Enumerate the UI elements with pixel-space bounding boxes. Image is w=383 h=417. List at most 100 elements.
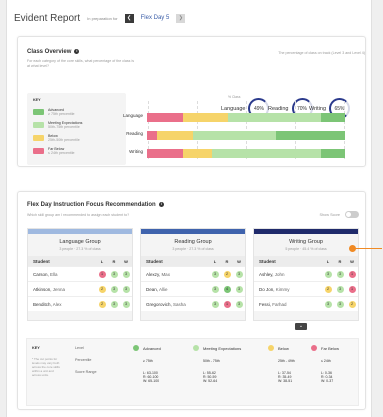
prev-day-button[interactable]: ❮ [124,13,134,23]
score-key-note: * The cut points for levels may vary bot… [32,357,60,377]
student-row[interactable]: Gregorovich, Sasha 3 1 3 [141,296,245,311]
student-last-name: Fessi [259,301,270,307]
student-row[interactable]: Benditch, Alex 2 3 3 [28,296,132,311]
bar-segment [321,149,345,158]
key-text: Meeting Expectations 50th-75th percentile [48,121,82,130]
student-last-name: Carson [33,271,48,277]
key-text: Far Below ≤ 24th percentile [48,147,75,156]
score-dot: 3 [122,285,130,293]
score-dot: 3 [336,270,344,278]
class-bar-chart: % Class Language Reading Writing [123,95,346,161]
next-day-button[interactable]: ❯ [176,13,186,23]
key-row: Far Below ≤ 24th percentile [33,147,75,156]
bar-segment [147,113,183,122]
score-dot: 3 [235,300,243,308]
expand-chevron-icon[interactable]: ⌄ [295,323,307,330]
key-level-name: Below [278,345,289,351]
student-row[interactable]: Do Jon, Kimmy 2 3 1 [254,281,358,296]
bar-row-label: Reading [126,131,143,136]
score-cell: 3 [334,270,346,278]
score-cell: 2 [346,300,358,308]
student-name: Benditch, Alex [33,301,62,307]
info-icon[interactable]: i [74,49,80,54]
student-first-name: John [274,271,285,277]
score-dot: 3 [336,285,344,293]
key-swatch [33,148,44,155]
score-dot: 3 [122,300,130,308]
key-row: Meeting Expectations 50th-75th percentile [33,121,82,130]
key-level-name: Meeting Expectations [203,345,242,351]
show-score-toggle[interactable] [345,211,359,218]
group-language: Language Group 3 people · 27.3 % of class… [27,228,133,321]
page-title: Evident Report [14,12,81,24]
column-header: W [350,258,354,264]
score-dot: 3 [235,285,243,293]
group-table-header: Student L R W [141,256,245,266]
bar-row-label: Writing [129,149,143,154]
bar-segment [182,149,213,158]
student-row[interactable]: Dean, Allie 3 4 3 [141,281,245,296]
group-title: Language Group [59,239,101,245]
column-header: Student [259,258,276,264]
key-range: 25th-50th percentile [48,138,80,143]
score-cell: 3 [120,270,132,278]
score-dot: 2 [348,300,356,308]
group-table-header: Student L R W [254,256,358,266]
class-overview-card: Class Overview i For each category of the… [17,36,366,167]
key-text: Advanced ≥ 75th percentile [48,108,75,117]
bar-segment [192,131,276,140]
group-color-bar [141,229,245,234]
group-count: 5 people · 45.4 % of class [285,247,327,251]
column-header: L [326,258,330,264]
key-percentile: 50th - 75th [203,359,220,363]
student-first-name: Ella [50,271,58,277]
student-row[interactable]: Carson, Ella 1 3 3 [28,266,132,281]
score-cell: 3 [209,270,221,278]
score-dot: 2 [98,300,106,308]
bar-segment [182,113,229,122]
prep-label: In preparation for [87,15,118,21]
score-dot: 3 [122,270,130,278]
column-header: L [213,258,217,264]
student-name: Atkinson, Jenna [33,286,66,292]
score-cell: 3 [108,300,120,308]
student-row[interactable]: Atkinson, Jenna 2 3 3 [28,281,132,296]
student-name: Dean, Allie [146,286,168,292]
student-first-name: Alex [52,301,62,307]
key-percentile: ≤ 24th [321,359,331,363]
student-last-name: Benditch [33,301,51,307]
score-dot: 3 [110,270,118,278]
score-dot: 3 [235,270,243,278]
bar-segment [212,149,322,158]
key-row: Advanced ≥ 75th percentile [33,108,75,117]
bar-segment [275,131,345,140]
student-name: Fessi, Farhad [259,301,287,307]
focus-subtitle: Which skill group am I recommended to as… [27,213,130,217]
info-icon[interactable]: i [158,202,164,207]
key-level-below: Below [268,345,289,351]
score-dot: 1 [348,270,356,278]
key-name: Below [48,134,58,138]
bar-segment [147,149,183,158]
column-header: Student [33,258,50,264]
bar-row-label: Language [122,113,143,118]
key-swatch [33,109,44,116]
student-first-name: Farhad [272,301,287,307]
column-header: R [112,258,116,264]
student-row[interactable]: Fessi, Farhad 3 3 2 [254,296,358,311]
student-row[interactable]: Ashley, John 3 3 1 [254,266,358,281]
score-dot: 3 [324,300,332,308]
group-title: Reading Group [174,239,212,245]
key-range: 50th-75th percentile [48,125,80,130]
key-level-dot [193,345,199,351]
key-score-range: L: 55-62 R: 50-59 W: 52-64 [203,371,218,384]
on-track-note: The percentage of class on track (Level … [278,51,365,55]
key-score-range: L: 0-36 R: 0-34 W: 0-37 [321,371,334,384]
student-name: Carson, Ella [33,271,58,277]
key-row-label: Score Range [75,370,97,374]
column-header: R [225,258,229,264]
student-row[interactable]: Alexzy, Max 3 2 3 [141,266,245,281]
key-swatch [33,122,44,129]
key-name: Far Below [48,147,65,151]
group-color-bar [254,229,358,234]
